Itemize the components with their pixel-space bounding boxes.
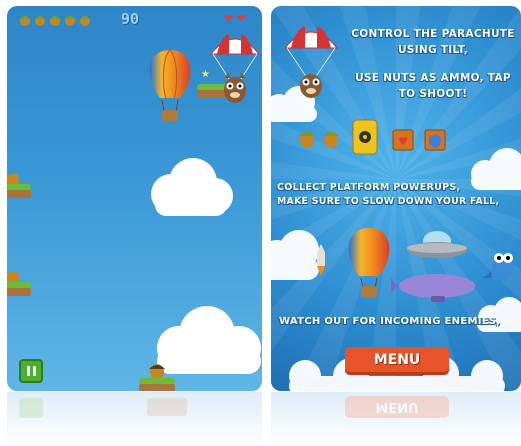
nut-icon [299, 131, 315, 148]
gameplay-screen[interactable]: 90 ❤ ❤ ★ [7, 6, 262, 391]
instruction-powerups-line1: COLLECT PLATFORM POWERUPS, [277, 182, 461, 193]
right-screen-reflection: MENU [271, 392, 521, 446]
rocket-enemy-icon [317, 244, 325, 276]
nut-icon [65, 16, 75, 26]
grass-platform-with-nut [7, 174, 31, 198]
svg-text:♥: ♥ [398, 135, 408, 148]
heart-icon: ❤ [224, 12, 234, 25]
ufo-enemy-icon [407, 231, 467, 258]
instruction-tilt-line1: CONTROL THE PARACHUTE [351, 28, 515, 40]
left-screen-reflection [7, 392, 262, 446]
nut-icon [35, 16, 45, 26]
squirrel-parachute-icon [283, 26, 339, 98]
heart-icon: ❤ [236, 12, 246, 25]
instruction-enemies: WATCH OUT FOR INCOMING ENEMIES, [279, 316, 501, 327]
nut-icon [50, 16, 60, 26]
powerup-icons-row: ♥ [299, 119, 446, 155]
blimp-enemy-icon [391, 274, 475, 302]
pause-icon [27, 366, 30, 376]
squirrel-parachute-player [209, 34, 261, 103]
pause-icon-bar [33, 366, 36, 376]
pause-button[interactable] [19, 359, 43, 383]
instruction-powerups-line2: MAKE SURE TO SLOW DOWN YOUR FALL, [277, 196, 500, 207]
menu-button-label: MENU [373, 352, 421, 368]
heart-crate-icon: ♥ [392, 129, 414, 151]
shield-crate-icon [424, 129, 446, 151]
menu-button[interactable]: MENU [345, 347, 449, 375]
hot-air-balloon-enemy-icon [348, 228, 390, 297]
menu-reflection-label: MENU [375, 399, 419, 414]
hot-air-balloon-enemy [149, 49, 191, 121]
nut-ammo-counter [20, 16, 90, 26]
grass-platform-with-nut [7, 271, 31, 296]
instruction-tilt-line2: USING TILT, [397, 44, 469, 56]
instruction-ammo-line2: TO SHOOT! [398, 88, 468, 100]
score-display: 90 [121, 10, 140, 28]
platform-reflection [147, 398, 187, 416]
menu-button-reflection: MENU [345, 396, 449, 418]
nut-icon [20, 16, 30, 26]
nut-icon [80, 16, 90, 26]
grass-platform-with-nut [139, 364, 175, 391]
blue-bird-enemy-icon [482, 253, 514, 281]
nut-icon [323, 131, 339, 148]
cloud [151, 158, 233, 216]
instructions-screen: CONTROL THE PARACHUTE USING TILT, USE NU… [271, 6, 521, 391]
lives-display: ❤ ❤ [224, 12, 246, 25]
instruction-ammo-line1: USE NUTS AS AMMO, TAP [355, 72, 511, 84]
pause-button-reflection [19, 398, 43, 418]
radioactive-barrel-icon [352, 119, 378, 155]
